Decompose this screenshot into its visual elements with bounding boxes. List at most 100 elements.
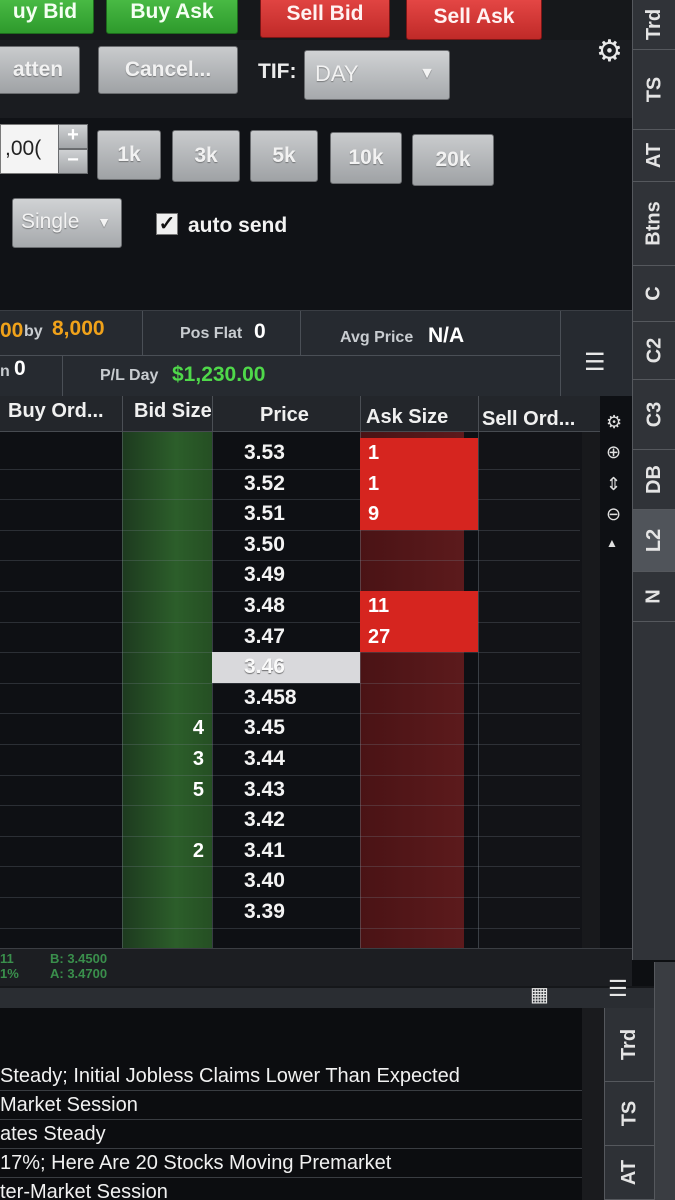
news-item[interactable]: ter-Market Session [0,1178,582,1200]
buy-bid-button[interactable]: uy Bid [0,0,94,34]
price-cell[interactable]: 3.52 [212,469,360,500]
preset-1k-button[interactable]: 1k [97,130,161,180]
tab-trd[interactable]: Trd [605,1008,655,1082]
tab-btns[interactable]: Btns [633,182,675,266]
center-icon[interactable]: ⇕ [606,474,621,495]
tab-trd[interactable]: Trd [633,0,675,50]
sell-orders-column[interactable] [478,432,582,948]
price-cell[interactable]: 3.49 [212,560,360,591]
price-cell[interactable]: 3.46 [212,652,360,683]
tab-ts[interactable]: TS [633,50,675,130]
price-cell[interactable]: 3.44 [212,744,360,775]
tab-label: Btns [643,201,666,246]
menu-icon[interactable]: ☰ [584,348,606,377]
preset-20k-button[interactable]: 20k [412,134,494,186]
tab-l2[interactable]: L2 [633,510,675,572]
grid-icon[interactable]: ▦ [530,982,549,1007]
zoom-out-icon[interactable]: ⊖ [606,504,621,525]
buy-ask-button[interactable]: Buy Ask [106,0,238,34]
cancel-button[interactable]: Cancel... [98,46,238,94]
price-cell[interactable]: 3.39 [212,897,360,928]
by-value: 8,000 [52,317,105,340]
sell-bid-button[interactable]: Sell Bid [260,0,390,38]
bid-size-cell[interactable]: 2 [122,836,204,867]
price-ladder: Buy Ord... Bid Size Price Ask Size Sell … [0,396,600,948]
bid-size-cell[interactable]: 5 [122,775,204,806]
ladder-header: Buy Ord... Bid Size Price Ask Size Sell … [0,396,600,432]
tab-db[interactable]: DB [633,450,675,510]
news-item[interactable]: Steady; Initial Jobless Claims Lower Tha… [0,1062,582,1091]
price-cell[interactable]: 3.42 [212,805,360,836]
increment-button[interactable]: + [58,124,88,149]
divider [560,311,561,397]
news-header [0,986,654,1010]
price-cell[interactable]: 3.40 [212,866,360,897]
quantity-stepper[interactable]: + − [58,124,88,174]
decrement-button[interactable]: − [58,149,88,174]
preset-10k-button[interactable]: 10k [330,132,402,184]
tif-dropdown[interactable]: DAY ▼ [304,50,450,100]
price-cell[interactable]: 3.41 [212,836,360,867]
price-cell[interactable]: 3.53 [212,438,360,469]
price-cell[interactable]: 3.50 [212,530,360,561]
ask-size-cell[interactable]: 1 [360,468,478,500]
price-cell[interactable]: 3.51 [212,499,360,530]
news-item[interactable]: 17%; Here Are 20 Stocks Moving Premarket [0,1149,582,1178]
column-header-bid-size[interactable]: Bid Size [134,400,212,423]
tab-label: C [642,286,665,301]
column-header-buy-orders[interactable]: Buy Ord... [8,400,104,423]
tab-label: AT [618,1159,641,1186]
menu-icon[interactable]: ☰ [608,976,628,1002]
tab-c3[interactable]: C3 [633,380,675,450]
chevron-down-icon: ▼ [97,214,111,230]
triangle-icon[interactable]: ▲ [606,536,618,550]
news-scrollbar[interactable] [582,1008,604,1200]
column-header-price[interactable]: Price [260,404,309,427]
tab-ts[interactable]: TS [605,1082,655,1146]
tab-at[interactable]: AT [605,1146,655,1200]
gear-icon[interactable]: ⚙ [596,34,623,69]
tab-n[interactable]: N [633,572,675,622]
quote-strip: 11 1% B: 3.4500 A: 3.4700 [0,948,632,986]
quote-ask: A: 3.4700 [50,966,108,981]
ask-size-cell[interactable]: 9 [360,499,478,530]
price-cell[interactable]: 3.43 [212,775,360,806]
bid-size-cell[interactable]: 4 [122,713,204,744]
quote-bid: B: 3.4500 [50,951,108,966]
preset-5k-button[interactable]: 5k [250,130,318,182]
column-header-ask-size[interactable]: Ask Size [366,406,448,429]
price-cell[interactable]: 3.45 [212,713,360,744]
auto-send-checkbox[interactable]: ✓ [156,213,178,235]
tab-c[interactable]: C [633,266,675,322]
price-cell[interactable]: 3.48 [212,591,360,622]
divider [122,432,123,948]
column-header-sell-orders[interactable]: Sell Ord... [482,408,575,431]
zoom-in-icon[interactable]: ⊕ [606,442,621,463]
bid-column[interactable] [122,432,212,948]
flatten-button[interactable]: atten [0,46,80,94]
preset-3k-button[interactable]: 3k [172,130,240,182]
ask-size-cell[interactable]: 27 [360,621,478,653]
gear-icon[interactable]: ⚙ [606,412,622,433]
divider [300,311,301,355]
news-item[interactable]: ates Steady [0,1120,582,1149]
sell-bid-label: Sell Bid [286,2,364,25]
ask-size-cell[interactable]: 11 [360,591,478,622]
bid-size-cell[interactable]: 3 [122,744,204,775]
news-item[interactable]: Market Session [0,1091,582,1120]
preset-label: 3k [194,144,218,167]
divider [142,311,143,355]
ladder-scrollbar[interactable] [582,432,600,948]
quantity-input[interactable]: ,00( [0,124,60,174]
preset-label: 10k [348,146,384,169]
sell-ask-button[interactable]: Sell Ask [406,0,542,40]
pl-day-value: $1,230.00 [172,363,266,386]
ask-size-cell[interactable]: 1 [360,438,478,469]
news-feed: Steady; Initial Jobless Claims Lower Tha… [0,1008,582,1200]
price-cell[interactable]: 3.47 [212,622,360,653]
order-mode-dropdown[interactable]: Single ▼ [12,198,122,248]
size-value: 00 [0,319,24,342]
tab-at[interactable]: AT [633,130,675,182]
price-cell[interactable]: 3.458 [212,683,360,714]
tab-c2[interactable]: C2 [633,322,675,380]
